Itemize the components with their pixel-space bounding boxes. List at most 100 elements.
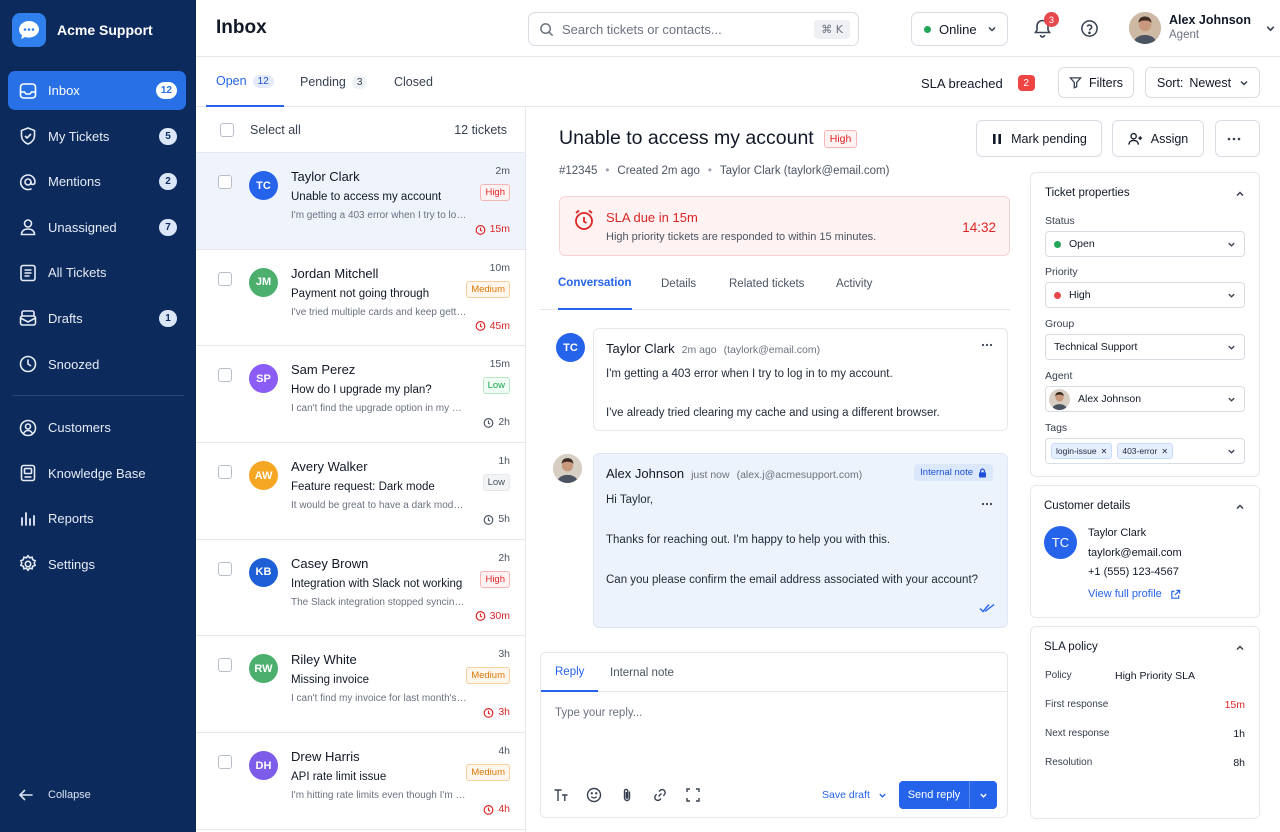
mentions-count-badge: 2 (159, 173, 177, 191)
attachment-icon[interactable] (619, 787, 635, 803)
more-horizontal-icon (1227, 137, 1240, 140)
sidebar-item-snoozed[interactable]: Snoozed (8, 345, 186, 384)
message-more-button[interactable] (981, 502, 993, 506)
sidebar-divider (12, 395, 184, 396)
sidebar-item-unassigned[interactable]: Unassigned 7 (8, 208, 186, 247)
tab-pending[interactable]: Pending 3 (300, 57, 368, 107)
drafts-icon (17, 307, 39, 329)
tab-activity[interactable]: Activity (836, 271, 872, 310)
sla-policy-row: Policy High Priority SLA (1045, 670, 1195, 682)
sidebar-item-customers[interactable]: Customers (8, 408, 186, 447)
select-all-checkbox[interactable] (220, 122, 234, 137)
sidebar-item-mentions[interactable]: Mentions 2 (8, 162, 186, 201)
chevron-up-icon[interactable] (1235, 502, 1245, 512)
ticket-row[interactable]: AW Avery Walker 1h Feature request: Dark mo… (196, 443, 525, 540)
tab-conversation[interactable]: Conversation (558, 271, 632, 310)
ticket-preview: I can't find my invoice for last month's… (291, 693, 467, 705)
ticket-row[interactable]: DH Drew Harris 4h API rate limit issue I'm h… (196, 733, 525, 830)
sidebar-item-inbox[interactable]: Inbox 12 (8, 71, 186, 110)
remove-tag-icon[interactable]: ✕ (1101, 447, 1108, 456)
more-horizontal-icon (981, 502, 993, 506)
tab-internal-note[interactable]: Internal note (610, 653, 674, 692)
chevron-up-icon[interactable] (1235, 189, 1245, 199)
reply-textarea[interactable] (555, 707, 995, 747)
message-more-button[interactable] (981, 343, 993, 347)
tag-chip[interactable]: 403-error ✕ (1117, 443, 1174, 459)
sidebar-item-my-tickets[interactable]: My Tickets 5 (8, 117, 186, 156)
ticket-row[interactable]: TC Taylor Clark 2m Unable to access my acco… (196, 153, 525, 250)
status-select[interactable]: Open (1045, 231, 1245, 257)
sidebar-item-all-tickets[interactable]: All Tickets (8, 253, 186, 292)
ticket-time: 1h (498, 455, 510, 468)
ticket-subject: Unable to access my account (291, 191, 442, 203)
ticket-row[interactable]: SP Sam Perez 15m How do I upgrade my plan? I… (196, 346, 525, 444)
sidebar-item-knowledge-base[interactable]: Knowledge Base (8, 454, 186, 493)
user-menu[interactable]: Alex Johnson Agent (1129, 12, 1276, 44)
tab-open[interactable]: Open 12 (206, 57, 284, 107)
tags-input[interactable]: login-issue ✕ 403-error ✕ (1045, 438, 1245, 464)
save-draft-button[interactable]: Save draft (822, 789, 887, 801)
view-full-profile-link[interactable]: View full profile (1088, 588, 1181, 600)
ticket-checkbox[interactable] (218, 755, 232, 770)
tag-chip[interactable]: login-issue ✕ (1051, 443, 1113, 459)
ticket-list: Select all 12 tickets TC Taylor Clark 2m Un… (196, 107, 526, 832)
timer-icon (483, 707, 494, 718)
ticket-checkbox[interactable] (218, 561, 232, 576)
ticket-preview: I'm hitting rate limits even though I'm … (291, 790, 467, 802)
ticket-preview: The Slack integration stopped syncing me… (291, 596, 467, 608)
tab-reply[interactable]: Reply (541, 653, 599, 692)
chevron-up-icon[interactable] (1235, 643, 1245, 653)
at-icon (17, 171, 39, 193)
search-input[interactable] (562, 21, 815, 37)
assign-button[interactable]: Assign (1112, 120, 1204, 157)
ticket-status-tabs: Open 12 Pending 3 Closed (196, 57, 526, 107)
sidebar-item-settings[interactable]: Settings (8, 545, 186, 584)
group-select[interactable]: Technical Support (1045, 334, 1245, 360)
sla-alert: SLA due in 15m High priority tickets are… (559, 196, 1010, 256)
unassigned-count-badge: 7 (159, 218, 177, 236)
sort-dropdown[interactable]: Sort: Newest (1145, 67, 1260, 98)
chevron-down-icon (1228, 242, 1235, 247)
tab-related-tickets[interactable]: Related tickets (729, 271, 804, 310)
message-email: (taylork@email.com) (723, 344, 821, 356)
ticket-row[interactable]: JM Jordan Mitchell 10m Payment not going th… (196, 250, 525, 347)
send-reply-button[interactable]: Send reply (899, 781, 970, 809)
sla-countdown: 4h (483, 803, 510, 815)
ticket-checkbox[interactable] (218, 271, 232, 286)
ticket-requester[interactable]: Taylor Clark (taylork@email.com) (720, 165, 890, 177)
priority-select[interactable]: High (1045, 282, 1245, 308)
emoji-icon[interactable] (586, 787, 602, 803)
sidebar-item-drafts[interactable]: Drafts 1 (8, 299, 186, 338)
remove-tag-icon[interactable]: ✕ (1161, 447, 1168, 456)
help-button[interactable] (1080, 19, 1099, 38)
ticket-checkbox[interactable] (218, 465, 232, 480)
send-options-button[interactable] (970, 781, 997, 809)
sla-breached-filter[interactable]: SLA breached 2 (921, 75, 1035, 91)
user-role: Agent (1169, 29, 1200, 41)
ticket-row[interactable]: RW Riley White 3h Missing invoice I can't fi… (196, 636, 525, 734)
ticket-preview: I've tried multiple cards and keep getti… (291, 306, 467, 318)
tab-details[interactable]: Details (661, 271, 696, 310)
agent-select[interactable]: Alex Johnson (1045, 386, 1245, 412)
filters-button[interactable]: Filters (1058, 67, 1134, 98)
ticket-customer-name: Sam Perez (291, 362, 356, 378)
ticket-row[interactable]: KB Casey Brown 2h Integration with Slack no… (196, 540, 525, 637)
ticket-checkbox[interactable] (218, 175, 232, 189)
brand[interactable]: Acme Support (12, 13, 153, 47)
collapse-sidebar-button[interactable]: Collapse (18, 787, 91, 803)
tab-closed[interactable]: Closed (394, 57, 433, 107)
agent-avatar (553, 454, 582, 483)
priority-badge: Medium (466, 667, 510, 685)
ticket-customer-name: Taylor Clark (291, 169, 360, 184)
search-box[interactable]: ⌘ K (528, 12, 859, 46)
link-icon[interactable] (652, 787, 668, 803)
ticket-time: 10m (489, 261, 510, 274)
more-actions-button[interactable] (1215, 120, 1260, 157)
availability-status-dropdown[interactable]: Online (911, 12, 1008, 46)
ticket-checkbox[interactable] (218, 658, 232, 673)
priority-badge: Medium (466, 280, 510, 298)
text-format-icon[interactable] (553, 787, 569, 803)
ticket-checkbox[interactable] (218, 368, 232, 383)
screenshot-icon[interactable] (685, 787, 701, 803)
sidebar-item-reports[interactable]: Reports (8, 499, 186, 538)
